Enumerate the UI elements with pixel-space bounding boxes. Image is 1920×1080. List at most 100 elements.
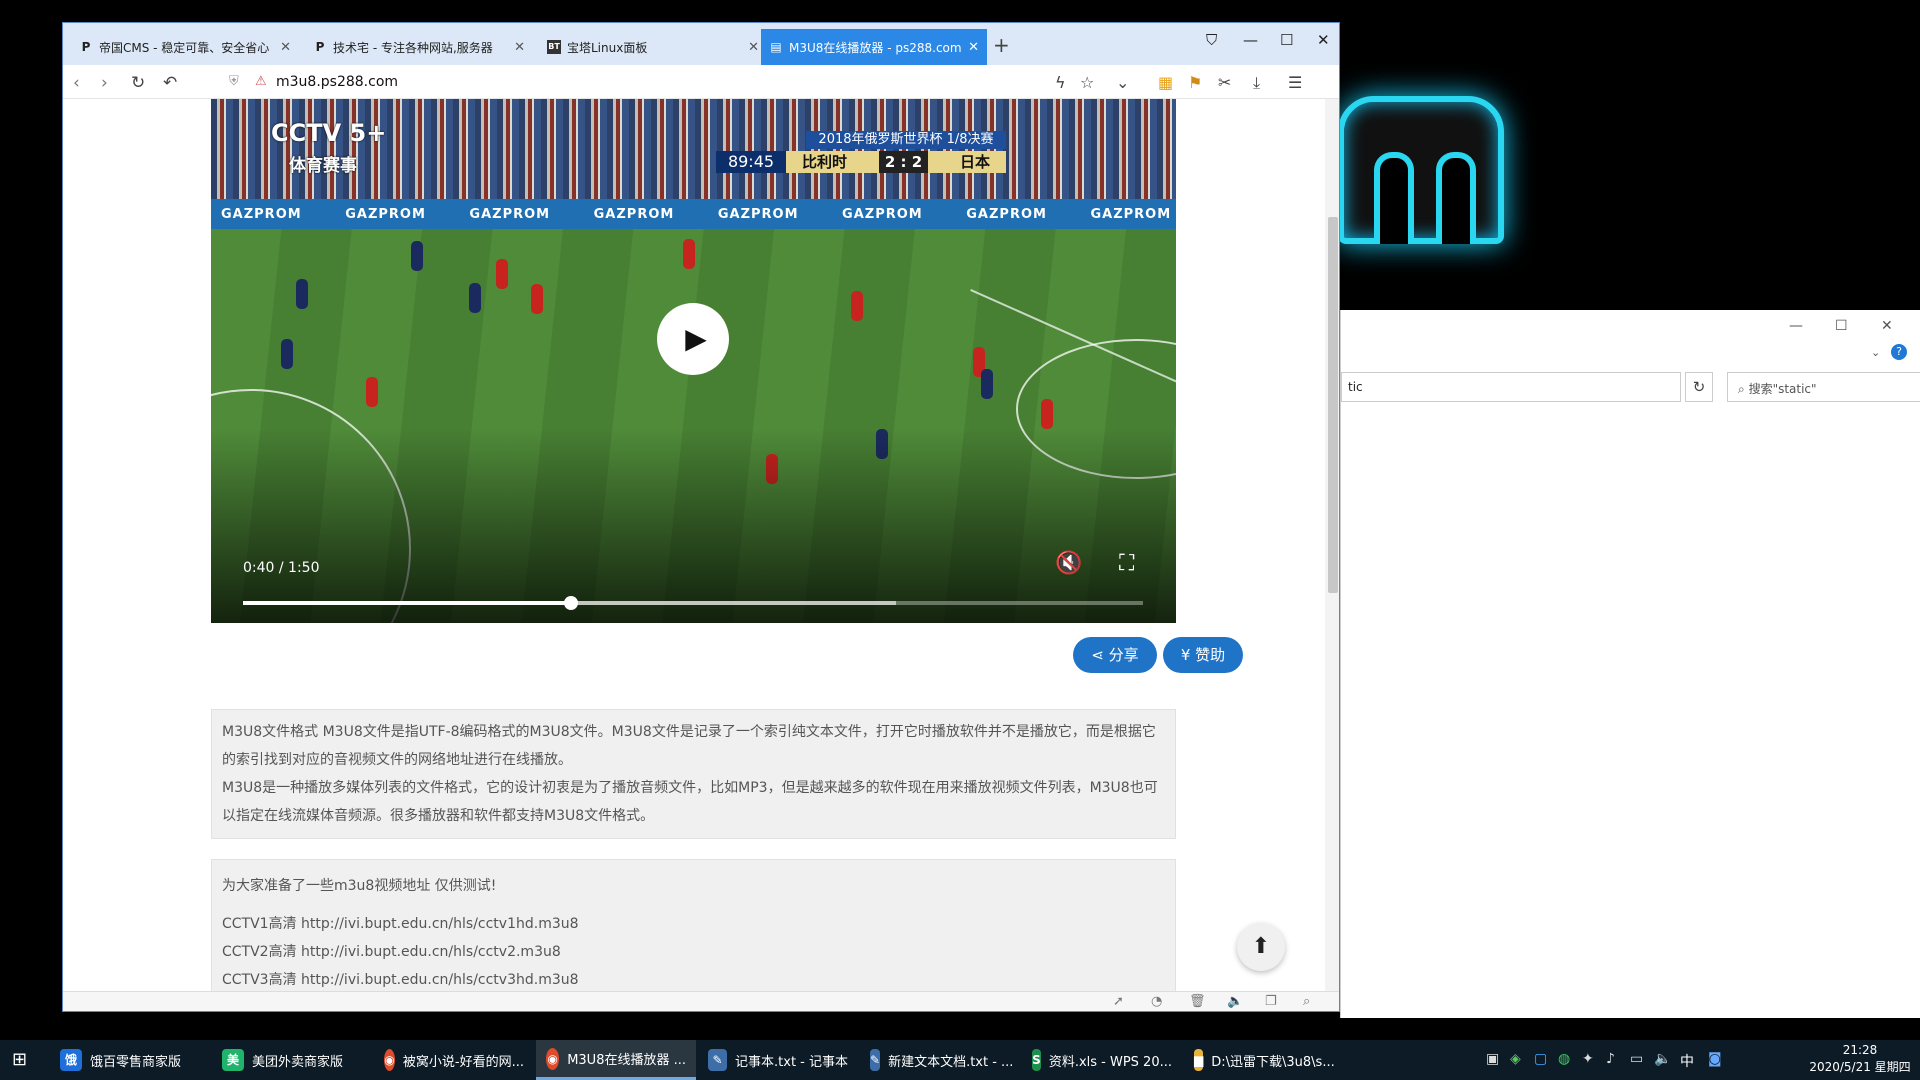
taskbar-label: 记事本.txt - 记事本 <box>735 1054 848 1070</box>
taskbar-item-browser-novel[interactable]: ◉ 被窝小说-好看的网... <box>374 1040 534 1080</box>
tab-baota[interactable]: BT 宝塔Linux面板 ✕ <box>539 29 767 65</box>
muted-speaker-icon[interactable]: 🔇 <box>1055 551 1082 576</box>
tray-app-icon[interactable]: ▢ <box>1534 1051 1547 1067</box>
fullscreen-icon[interactable]: ⛶ <box>1119 551 1134 576</box>
ime-indicator[interactable]: 中 <box>1680 1051 1694 1071</box>
window-icon[interactable]: ❐ <box>1265 994 1277 1009</box>
network-icon[interactable]: ▭ <box>1630 1051 1643 1067</box>
lightning-icon[interactable]: ϟ <box>1055 73 1066 92</box>
tab-label: 技术宅 - 专注各种网站,服务器 <box>333 40 493 55</box>
url-input[interactable]: m3u8.ps288.com <box>276 74 398 90</box>
refresh-icon[interactable]: ↻ <box>1685 372 1713 402</box>
page-scrollbar[interactable] <box>1325 99 1339 991</box>
play-button[interactable]: ▶ <box>657 303 729 375</box>
video-controls-shade <box>211 429 1176 623</box>
taskbar-item-meituan[interactable]: 美 美团外卖商家版 <box>212 1040 372 1080</box>
close-icon[interactable]: ✕ <box>1881 318 1893 334</box>
taskbar-item-browser-m3u8[interactable]: ◉ M3U8在线播放器 ... <box>536 1040 696 1080</box>
app-icon: ◉ <box>384 1049 395 1071</box>
tab-empirecms[interactable]: P 帝国CMS - 稳定可靠、安全省心 ✕ <box>71 29 299 65</box>
apps-grid-icon[interactable]: ▦ <box>1158 73 1173 92</box>
taskbar-label: 美团外卖商家版 <box>252 1054 344 1070</box>
progress-handle[interactable] <box>563 596 578 610</box>
microphone-icon[interactable]: ♪ <box>1606 1051 1615 1067</box>
wechat-icon[interactable]: ◍ <box>1558 1051 1570 1067</box>
extension-icon[interactable]: ⚑ <box>1188 73 1202 92</box>
system-clock[interactable]: 21:28 2020/5/21 星期四 <box>1800 1042 1920 1076</box>
menu-icon[interactable]: ☰ <box>1288 73 1302 92</box>
player <box>851 291 863 321</box>
star-icon[interactable]: ☆ <box>1080 73 1094 92</box>
maximize-icon[interactable]: ☐ <box>1835 318 1848 334</box>
tray-nvidia-icon[interactable]: ◈ <box>1510 1051 1521 1067</box>
close-icon[interactable]: ✕ <box>1317 31 1330 49</box>
app-icon: 饿 <box>60 1049 82 1071</box>
speaker-icon[interactable]: 🔈 <box>1654 1051 1671 1067</box>
help-icon[interactable]: ? <box>1891 344 1907 360</box>
download-icon[interactable]: ⤓ <box>1253 73 1260 93</box>
search-input[interactable]: ⌕ 搜索"static" <box>1727 372 1920 402</box>
app-icon: ✎ <box>870 1049 881 1071</box>
scoreboard-overlay: 2018年俄罗斯世界杯 1/8决赛 89:45 比利时 2 : 2 日本 <box>716 131 1006 173</box>
trash-icon[interactable]: 🗑 <box>1189 994 1206 1009</box>
back-to-top-button[interactable]: ⬆ <box>1237 923 1285 971</box>
rocket-icon[interactable]: ➚ <box>1113 994 1124 1009</box>
back-icon[interactable]: ‹ <box>73 73 80 93</box>
taskbar-item-folder[interactable]: ▆ D:\迅雷下载\3u8\s... <box>1184 1040 1344 1080</box>
browser-window: P 帝国CMS - 稳定可靠、安全省心 ✕ P 技术宅 - 专注各种网站,服务器… <box>62 22 1340 1012</box>
video-player[interactable]: GAZPROM GAZPROM GAZPROM GAZPROM GAZPROM … <box>211 99 1176 623</box>
app-icon: ◉ <box>546 1047 560 1070</box>
address-path[interactable]: tic <box>1341 372 1681 402</box>
close-tab-icon[interactable]: ✕ <box>968 40 979 55</box>
share-button[interactable]: ⋖ 分享 <box>1073 637 1157 673</box>
maximize-icon[interactable]: ☐ <box>1280 31 1293 49</box>
notification-icon[interactable]: ◙ <box>1708 1051 1722 1067</box>
windows-start-icon[interactable]: ⊞ <box>12 1050 34 1070</box>
tab-jishuzhai[interactable]: P 技术宅 - 专注各种网站,服务器 ✕ <box>305 29 533 65</box>
tab-m3u8-player[interactable]: ▤ M3U8在线播放器 - ps288.com ✕ <box>761 29 987 65</box>
team-home: 比利时 <box>801 153 847 171</box>
close-tab-icon[interactable]: ✕ <box>280 40 291 55</box>
scissors-icon[interactable]: ✂ <box>1218 73 1231 92</box>
new-tab-button[interactable]: + <box>993 33 1010 57</box>
tab-label: 宝塔Linux面板 <box>567 40 648 55</box>
player <box>281 339 293 369</box>
taskbar-item-notepad-new[interactable]: ✎ 新建文本文档.txt - ... <box>860 1040 1020 1080</box>
tray-app-icon[interactable]: ▣ <box>1486 1051 1499 1067</box>
share-icon: ⋖ <box>1091 646 1104 664</box>
match-title: 2018年俄罗斯世界杯 1/8决赛 <box>806 131 1006 149</box>
search-icon: ⌕ <box>1738 382 1745 396</box>
close-tab-icon[interactable]: ✕ <box>748 40 759 55</box>
channel-subtitle: 体育赛事 <box>289 156 357 176</box>
search-placeholder: 搜索"static" <box>1748 382 1817 396</box>
minimize-icon[interactable]: — <box>1789 318 1803 334</box>
score: 2 : 2 <box>878 151 929 173</box>
taskbar-item-wps[interactable]: S 资料.xls - WPS 20... <box>1022 1040 1182 1080</box>
zoom-icon[interactable]: ⌕ <box>1303 994 1310 1009</box>
chevron-down-icon[interactable]: ⌄ <box>1871 346 1880 359</box>
insecure-icon: ⚠ <box>255 74 267 89</box>
speed-icon[interactable]: ◔ <box>1151 994 1162 1009</box>
donate-button[interactable]: ¥ 赞助 <box>1163 637 1243 673</box>
address-bar: ‹ › ↻ ↶ ⛨ ⚠ m3u8.ps288.com ϟ ☆ ⌄ ▦ ⚑ ✂ ⤓… <box>63 65 1339 99</box>
shirt-skin-icon[interactable]: ⛉ <box>1206 31 1217 49</box>
video-progress-bar[interactable] <box>243 596 1143 610</box>
volume-icon[interactable]: 🔈 <box>1227 994 1243 1009</box>
match-score-row: 比利时 2 : 2 日本 <box>786 151 1006 173</box>
forward-icon[interactable]: › <box>101 73 108 93</box>
undo-close-icon[interactable]: ↶ <box>163 73 177 93</box>
taskbar: ⊞ 饿 饿百零售商家版 美 美团外卖商家版 ◉ 被窝小说-好看的网... ◉ M… <box>0 1040 1920 1080</box>
shield-icon[interactable]: ⛨ <box>229 74 239 89</box>
video-frame-boards: GAZPROM GAZPROM GAZPROM GAZPROM GAZPROM … <box>211 199 1176 231</box>
taskbar-label: 资料.xls - WPS 20... <box>1048 1054 1172 1070</box>
scrollbar-thumb[interactable] <box>1328 217 1338 593</box>
close-tab-icon[interactable]: ✕ <box>514 40 525 55</box>
taskbar-item-notepad[interactable]: ✎ 记事本.txt - 记事本 <box>698 1040 858 1080</box>
minimize-icon[interactable]: — <box>1243 31 1258 49</box>
status-bar: ➚ ◔ 🗑 🔈 ❐ ⌕ <box>63 991 1339 1011</box>
page-content: GAZPROM GAZPROM GAZPROM GAZPROM GAZPROM … <box>63 99 1323 991</box>
reload-icon[interactable]: ↻ <box>131 73 145 93</box>
chevron-down-icon[interactable]: ⌄ <box>1116 73 1129 92</box>
taskbar-item-eleme[interactable]: 饿 饿百零售商家版 <box>50 1040 210 1080</box>
tray-app-icon[interactable]: ✦ <box>1582 1051 1594 1067</box>
